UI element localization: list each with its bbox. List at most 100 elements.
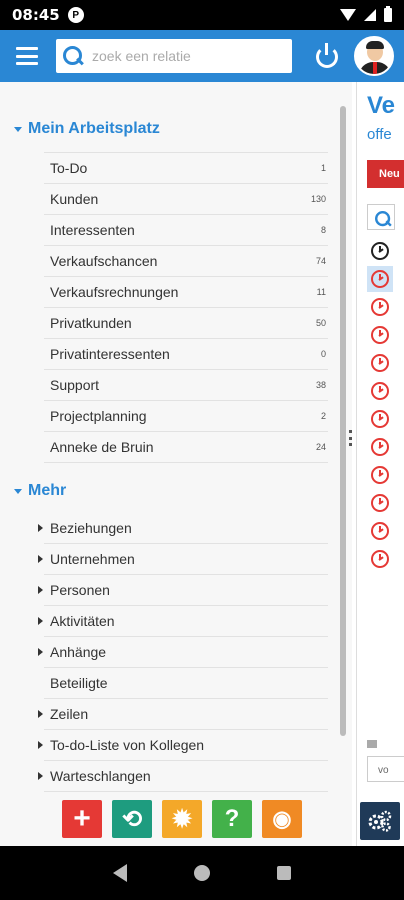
drawer-item-support[interactable]: Support 38 xyxy=(44,370,328,401)
overdue-clock-icon xyxy=(371,382,389,400)
drawer-drag-handle[interactable] xyxy=(349,430,353,446)
item-label: To-do-Liste von Kollegen xyxy=(50,737,205,753)
item-label: Verkaufschancen xyxy=(50,253,158,269)
caret-right-icon xyxy=(38,648,43,656)
overdue-clock-icon xyxy=(371,354,389,372)
drawer-item-unternehmen[interactable]: Unternehmen xyxy=(38,544,328,575)
item-label: Anhänge xyxy=(50,644,107,660)
item-label: Interessenten xyxy=(50,222,135,238)
item-label: Anneke de Bruin xyxy=(50,439,154,455)
avatar[interactable] xyxy=(354,36,394,76)
overdue-clock-icon xyxy=(371,466,389,484)
drawer-item-anneke-de-bruin[interactable]: Anneke de Bruin 24 xyxy=(44,432,328,463)
drawer-item-privatkunden[interactable]: Privatkunden 50 xyxy=(44,308,328,339)
gear-icon: ✹ xyxy=(171,805,193,833)
item-label: Unternehmen xyxy=(50,551,135,567)
search-icon xyxy=(62,45,84,67)
drawer-item-verkaufsrechnungen[interactable]: Verkaufsrechnungen 11 xyxy=(44,277,328,308)
battery-icon xyxy=(384,6,392,22)
drawer-item-warteschlangen[interactable]: Warteschlangen xyxy=(38,761,328,792)
search-box[interactable] xyxy=(56,39,292,73)
item-count: 50 xyxy=(315,318,326,328)
status-bar: 08:45 P xyxy=(0,0,404,30)
item-count: 1 xyxy=(320,163,326,173)
drawer-item-verkaufschancen[interactable]: Verkaufschancen 74 xyxy=(44,246,328,277)
recent-apps-icon[interactable] xyxy=(276,866,291,880)
hamburger-menu-icon[interactable] xyxy=(16,47,38,65)
item-count: 130 xyxy=(310,194,326,204)
settings-button[interactable]: ✹ xyxy=(162,800,202,838)
section-header-mein-arbeitsplatz[interactable]: Mein Arbeitsplatz xyxy=(14,120,160,138)
item-count: 38 xyxy=(315,380,326,390)
drawer-item-anhaenge[interactable]: Anhänge xyxy=(38,637,328,668)
drawer-item-beziehungen[interactable]: Beziehungen xyxy=(38,513,328,544)
section-header-mehr[interactable]: Mehr xyxy=(14,482,66,500)
home-icon[interactable] xyxy=(193,865,210,881)
plus-icon: + xyxy=(73,802,91,835)
history-button[interactable]: ⟲ xyxy=(112,800,152,838)
item-label: Warteschlangen xyxy=(50,768,151,784)
drawer-item-kunden[interactable]: Kunden 130 xyxy=(44,184,328,215)
drawer-item-personen[interactable]: Personen xyxy=(38,575,328,606)
caret-right-icon xyxy=(38,586,43,594)
drawer-item-aktivitaeten[interactable]: Aktivitäten xyxy=(38,606,328,637)
drawer-item-to-do-liste-von-kollegen[interactable]: To-do-Liste von Kollegen xyxy=(38,730,328,761)
drawer-item-beteiligte[interactable]: Beteiligte xyxy=(44,668,328,699)
item-count: 8 xyxy=(320,225,326,235)
question-icon: ? xyxy=(224,805,240,832)
background-page: Ve offe Neu vo xyxy=(356,82,404,846)
overdue-clock-icon xyxy=(371,410,389,428)
add-button[interactable]: + xyxy=(62,800,102,838)
overdue-clock-icon xyxy=(371,550,389,568)
caret-right-icon xyxy=(38,617,43,625)
item-label: Beziehungen xyxy=(50,520,132,536)
drawer-item-zeilen[interactable]: Zeilen xyxy=(38,699,328,730)
overdue-clock-icon xyxy=(371,494,389,512)
list-search-button[interactable] xyxy=(367,204,395,230)
drawer-scrollbar[interactable] xyxy=(340,106,346,736)
item-label: Beteiligte xyxy=(50,675,108,691)
caret-right-icon xyxy=(38,741,43,749)
system-nav-bar xyxy=(0,846,404,900)
drawer-item-interessenten[interactable]: Interessenten 8 xyxy=(44,215,328,246)
caret-right-icon xyxy=(38,524,43,532)
back-icon[interactable] xyxy=(113,864,128,882)
drawer-item-projectplanning[interactable]: Projectplanning 2 xyxy=(44,401,328,432)
item-label: Aktivitäten xyxy=(50,613,115,629)
footer-field[interactable]: vo xyxy=(367,756,404,782)
drawer-item-to-do[interactable]: To-Do 1 xyxy=(44,153,328,184)
caret-right-icon xyxy=(38,772,43,780)
caret-down-icon xyxy=(14,488,22,494)
item-label: Personen xyxy=(50,582,110,598)
drawer-item-privatinteressenten[interactable]: Privatinteressenten 0 xyxy=(44,339,328,370)
gears-button[interactable] xyxy=(360,802,400,840)
rss-button[interactable]: ◉ xyxy=(262,800,302,838)
app-notification-icon: P xyxy=(67,7,84,23)
section-title: Mehr xyxy=(28,482,67,499)
power-icon[interactable] xyxy=(314,43,340,69)
item-label: Verkaufsrechnungen xyxy=(50,284,179,300)
help-button[interactable]: ? xyxy=(212,800,252,838)
gears-icon xyxy=(368,810,392,832)
navigation-drawer: Mein Arbeitsplatz To-Do 1 Kunden 130 Inter… xyxy=(0,82,352,846)
search-input[interactable] xyxy=(92,48,282,64)
drawer-toolbar: + ⟲ ✹ ? ◉ xyxy=(0,796,352,846)
new-button[interactable]: Neu xyxy=(367,160,404,188)
rss-icon: ◉ xyxy=(272,806,292,831)
overdue-clock-icon xyxy=(371,326,389,344)
item-count: 11 xyxy=(316,287,326,297)
wifi-icon xyxy=(340,9,356,21)
item-label: Kunden xyxy=(50,191,99,207)
overdue-clock-icon xyxy=(371,522,389,540)
caret-down-icon xyxy=(14,126,22,132)
item-label: Zeilen xyxy=(50,706,89,722)
item-count: 2 xyxy=(320,411,326,421)
item-label: Projectplanning xyxy=(50,408,147,424)
checkbox[interactable] xyxy=(367,740,377,748)
page-subtitle: offe xyxy=(367,126,392,143)
history-icon: ⟲ xyxy=(121,805,143,833)
caret-right-icon xyxy=(38,555,43,563)
item-label: Privatinteressenten xyxy=(50,346,170,362)
app-bar xyxy=(0,30,404,82)
clock-icon xyxy=(371,242,389,260)
